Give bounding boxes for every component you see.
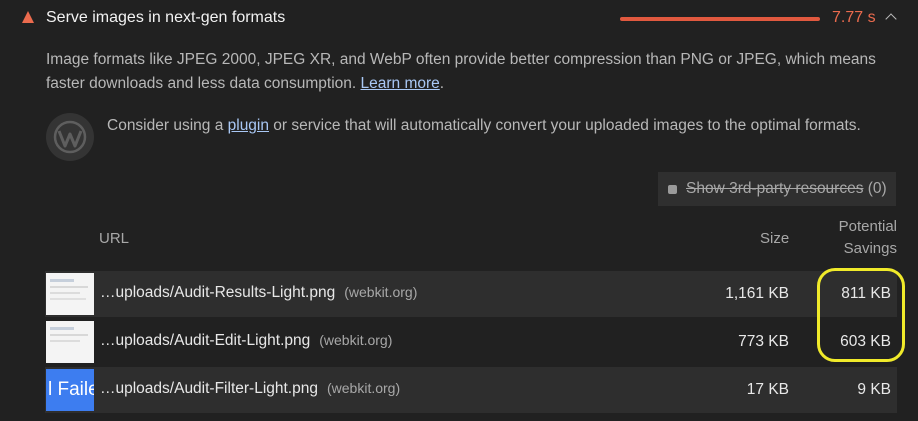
thumbnail-text: l Faile xyxy=(48,379,94,400)
url-host: (webkit.org) xyxy=(326,380,401,396)
third-party-label: Show 3rd-party resources (0) xyxy=(686,180,887,198)
third-party-filter[interactable]: Show 3rd-party resources (0) xyxy=(658,172,896,206)
savings-header-line2: Savings xyxy=(843,240,897,257)
image-thumbnail: l Faile xyxy=(46,369,94,411)
savings-header-line1: Potential xyxy=(838,218,897,235)
learn-more-link[interactable]: Learn more xyxy=(361,75,440,92)
plugin-link[interactable]: plugin xyxy=(228,117,269,134)
resource-url[interactable]: …uploads/Audit-Results-Light.png (webkit.… xyxy=(100,284,417,302)
savings-value: 7.77 s xyxy=(832,9,876,26)
table-row[interactable]: …uploads/Audit-Edit-Light.png (webkit.org… xyxy=(45,319,897,365)
savings-column-header: Potential Savings xyxy=(826,216,897,260)
url-host: (webkit.org) xyxy=(319,332,393,348)
url-path: …uploads/Audit-Results-Light.png xyxy=(100,284,336,301)
audit-title: Serve images in next-gen formats xyxy=(46,9,286,26)
stack-pack-text-after: or service that will automatically conve… xyxy=(269,117,861,134)
description-text: Image formats like JPEG 2000, JPEG XR, a… xyxy=(46,51,876,92)
resource-size: 1,161 KB xyxy=(725,285,789,302)
table-row[interactable]: l Faile …uploads/Audit-Filter-Light.png (… xyxy=(45,367,897,413)
audit-description: Image formats like JPEG 2000, JPEG XR, a… xyxy=(46,48,896,96)
image-thumbnail xyxy=(46,321,94,363)
potential-savings: 603 KB xyxy=(840,333,891,350)
third-party-count: (0) xyxy=(863,180,887,197)
resource-size: 773 KB xyxy=(738,333,789,350)
audit-header[interactable]: Serve images in next-gen formats 7.77 s xyxy=(0,0,918,38)
url-path: …uploads/Audit-Filter-Light.png xyxy=(100,380,318,397)
chevron-up-icon[interactable] xyxy=(885,13,897,25)
url-host: (webkit.org) xyxy=(344,284,418,300)
potential-savings: 811 KB xyxy=(841,285,891,302)
third-party-label-text: Show 3rd-party resources xyxy=(686,180,864,197)
table-row[interactable]: …uploads/Audit-Results-Light.png (webkit.… xyxy=(45,271,897,317)
image-thumbnail xyxy=(46,273,94,315)
resource-size: 17 KB xyxy=(746,381,789,398)
potential-savings: 9 KB xyxy=(857,381,891,398)
url-column-header: URL xyxy=(99,230,130,247)
size-column-header: Size xyxy=(760,230,790,247)
fail-triangle-icon xyxy=(22,11,34,23)
wordpress-icon xyxy=(46,113,94,161)
stack-pack-text-before: Consider using a xyxy=(107,117,228,134)
savings-bar xyxy=(620,17,820,21)
stack-pack-advice: Consider using a plugin or service that … xyxy=(107,114,877,138)
resource-url[interactable]: …uploads/Audit-Filter-Light.png (webkit.o… xyxy=(100,380,400,398)
third-party-checkbox[interactable] xyxy=(668,185,677,194)
description-period: . xyxy=(439,75,445,92)
lighthouse-audit-panel: Serve images in next-gen formats 7.77 s … xyxy=(0,0,918,421)
url-path: …uploads/Audit-Edit-Light.png xyxy=(100,332,311,349)
resource-url[interactable]: …uploads/Audit-Edit-Light.png (webkit.org… xyxy=(100,332,392,350)
